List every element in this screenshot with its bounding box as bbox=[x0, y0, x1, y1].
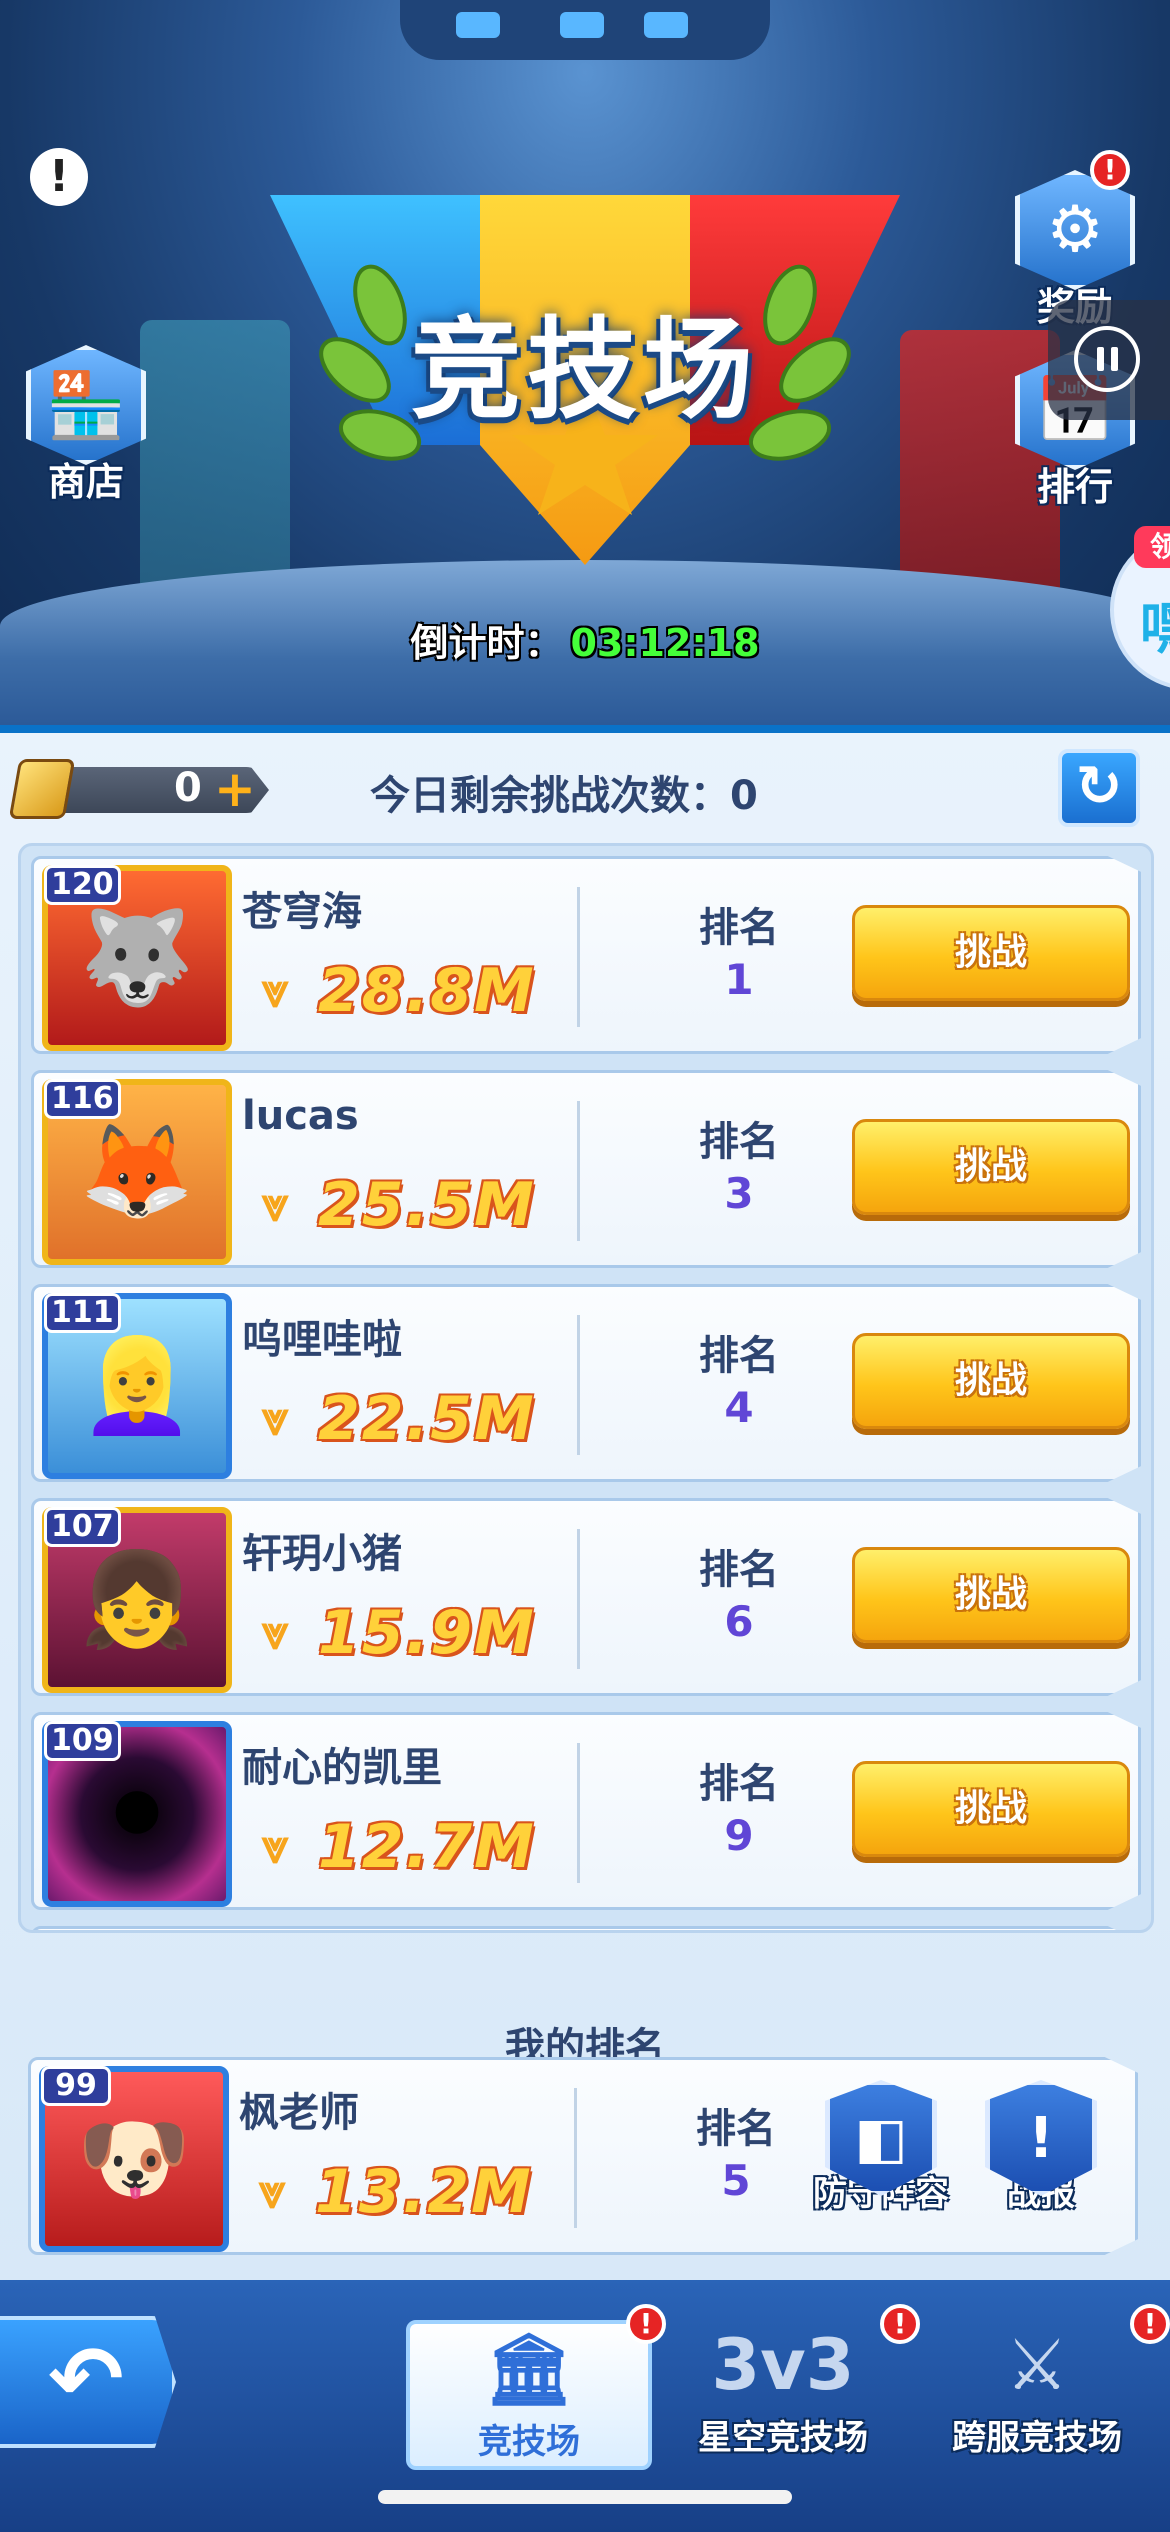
add-ticket-icon[interactable]: + bbox=[214, 764, 256, 814]
power-value: 15.9M bbox=[318, 1598, 536, 1668]
countdown-label: 倒计时： bbox=[410, 621, 563, 665]
shop-icon: 🏪 bbox=[26, 345, 146, 465]
level-badge: 111 bbox=[44, 1293, 121, 1333]
defense-lineup-button[interactable]: ◧ 防守阵容 bbox=[811, 2080, 951, 2215]
ticket-count: 0 bbox=[174, 765, 202, 811]
opponent-list[interactable]: 🐺 120 苍穹海 ⩔ 28.8M 排名 1 挑战 🦊 116 lucas ⩔ … bbox=[18, 843, 1154, 1933]
cross-server-icon: ⚔ bbox=[1005, 2324, 1069, 2406]
player-name: lucas bbox=[242, 1093, 359, 1139]
level-badge: 107 bbox=[44, 1507, 121, 1547]
back-button[interactable]: ↶ bbox=[0, 2316, 176, 2448]
power-display: ⩔ 25.5M bbox=[232, 1165, 536, 1245]
countdown-time: 03:12:18 bbox=[570, 621, 760, 665]
player-name: 苍穹海 bbox=[242, 889, 362, 935]
power-display: ⩔ 15.9M bbox=[232, 1593, 536, 1673]
info-alert-icon[interactable]: ! bbox=[30, 148, 88, 206]
arena-panel: 0 + 今日剩余挑战次数：0 ↻ 🐺 120 苍穹海 ⩔ 28.8M 排名 1 … bbox=[0, 725, 1170, 2325]
pause-button[interactable] bbox=[1048, 300, 1170, 420]
power-display: ⩔ 22.5M bbox=[232, 1379, 536, 1459]
page-title: 竞技场 bbox=[411, 306, 759, 434]
level-badge: 116 bbox=[44, 1079, 121, 1119]
my-rank-label: 排名 bbox=[696, 2106, 776, 2152]
rank-label: 排名 bbox=[699, 905, 779, 951]
gold-ticket-icon bbox=[8, 759, 76, 819]
player-name: 耐心的凯里 bbox=[242, 1745, 442, 1791]
pause-icon bbox=[1074, 326, 1140, 392]
my-name: 枫老师 bbox=[239, 2090, 359, 2136]
countdown: 倒计时： 03:12:18 bbox=[0, 612, 1170, 667]
challenge-button[interactable]: 挑战 bbox=[852, 1119, 1130, 1215]
tab-cross-server-badge: ! bbox=[1130, 2304, 1170, 2344]
opponent-row: 🦊 116 lucas ⩔ 25.5M 排名 3 挑战 bbox=[31, 1070, 1141, 1268]
rank-number: 6 bbox=[724, 1597, 754, 1646]
rank-label: 排名 bbox=[699, 1333, 779, 1379]
arena-banner: 竞技场 倒计时：03:12:18 ! 🏪 商店 ⚙ 奖励 ! 📅 排行 领 嘿 bbox=[0, 0, 1170, 725]
power-value: 22.5M bbox=[318, 1384, 536, 1454]
power-wings-icon: ⩔ bbox=[261, 1605, 289, 1661]
rank-number: 9 bbox=[724, 1811, 754, 1860]
power-wings-icon: ⩔ bbox=[261, 1819, 289, 1875]
power-value: 25.5M bbox=[318, 1170, 536, 1240]
power-wings-icon: ⩔ bbox=[261, 1177, 289, 1233]
tab-arena[interactable]: 🏛 竞技场 bbox=[406, 2320, 652, 2470]
my-power-value: 13.2M bbox=[315, 2157, 533, 2227]
rank-number: 4 bbox=[724, 1383, 754, 1432]
opponent-row: ⚫ 109 耐心的凯里 ⩔ 12.7M 排名 9 挑战 bbox=[31, 1712, 1141, 1910]
reward-notice-badge: ! bbox=[1090, 150, 1130, 190]
battle-report-button[interactable]: ! 战报 bbox=[971, 2080, 1111, 2215]
rank-label: 排名 bbox=[699, 1547, 779, 1593]
player-name: 呜哩哇啦 bbox=[242, 1317, 402, 1363]
my-level-badge: 99 bbox=[41, 2066, 111, 2106]
rank-label: 排名 bbox=[699, 1119, 779, 1165]
opponent-row-partial: 121 bbox=[31, 1926, 1141, 1930]
my-power-display: ⩔ 13.2M bbox=[229, 2152, 533, 2232]
tab-cross-server-label: 跨服竞技场 bbox=[952, 2418, 1122, 2458]
challenge-button[interactable]: 挑战 bbox=[852, 1333, 1130, 1429]
home-indicator[interactable] bbox=[378, 2490, 792, 2504]
challenge-button[interactable]: 挑战 bbox=[852, 1761, 1130, 1857]
my-rank-row: 🐶 99 枫老师 ⩔ 13.2M 排名 5 ◧ 防守阵容 ! 战报 bbox=[28, 2057, 1138, 2255]
remaining-challenges: 今日剩余挑战次数：0 bbox=[370, 773, 758, 819]
arena-building-icon: 🏛 bbox=[484, 2328, 574, 2410]
floating-char: 嘿 bbox=[1140, 597, 1170, 662]
tab-star-arena-label: 星空竞技场 bbox=[698, 2418, 868, 2458]
power-value: 12.7M bbox=[318, 1812, 536, 1882]
power-value: 28.8M bbox=[318, 956, 536, 1026]
opponent-row: 👱‍♀️ 111 呜哩哇啦 ⩔ 22.5M 排名 4 挑战 bbox=[31, 1284, 1141, 1482]
player-name: 轩玥小猪 bbox=[242, 1531, 402, 1577]
shop-button[interactable]: 🏪 商店 bbox=[16, 345, 156, 506]
three-vs-three-icon: 3v3 bbox=[711, 2324, 855, 2406]
challenge-button[interactable]: 挑战 bbox=[852, 905, 1130, 1001]
power-wings-icon: ⩔ bbox=[261, 963, 289, 1019]
rank-label: 排名 bbox=[699, 1761, 779, 1807]
tab-cross-server-arena[interactable]: ⚔ 跨服竞技场 bbox=[914, 2320, 1160, 2470]
tab-arena-label: 竞技场 bbox=[478, 2422, 580, 2462]
my-rank-number: 5 bbox=[721, 2156, 751, 2205]
challenge-button[interactable]: 挑战 bbox=[852, 1547, 1130, 1643]
rank-number: 3 bbox=[724, 1169, 754, 1218]
claim-tag: 领 bbox=[1134, 526, 1170, 568]
tab-star-arena[interactable]: 3v3 星空竞技场 bbox=[660, 2320, 906, 2470]
level-badge: 109 bbox=[44, 1721, 121, 1761]
level-badge: 120 bbox=[44, 865, 121, 905]
opponent-row: 👧 107 轩玥小猪 ⩔ 15.9M 排名 6 挑战 bbox=[31, 1498, 1141, 1696]
power-display: ⩔ 12.7M bbox=[232, 1807, 536, 1887]
opponent-row: 🐺 120 苍穹海 ⩔ 28.8M 排名 1 挑战 bbox=[31, 856, 1141, 1054]
refresh-button[interactable]: ↻ bbox=[1058, 749, 1140, 827]
rank-number: 1 bbox=[724, 955, 754, 1004]
power-wings-icon: ⩔ bbox=[261, 1391, 289, 1447]
ceiling-lights bbox=[400, 0, 770, 60]
power-display: ⩔ 28.8M bbox=[232, 951, 536, 1031]
ticket-counter[interactable]: 0 + bbox=[8, 759, 269, 819]
power-wings-icon: ⩔ bbox=[258, 2164, 286, 2220]
